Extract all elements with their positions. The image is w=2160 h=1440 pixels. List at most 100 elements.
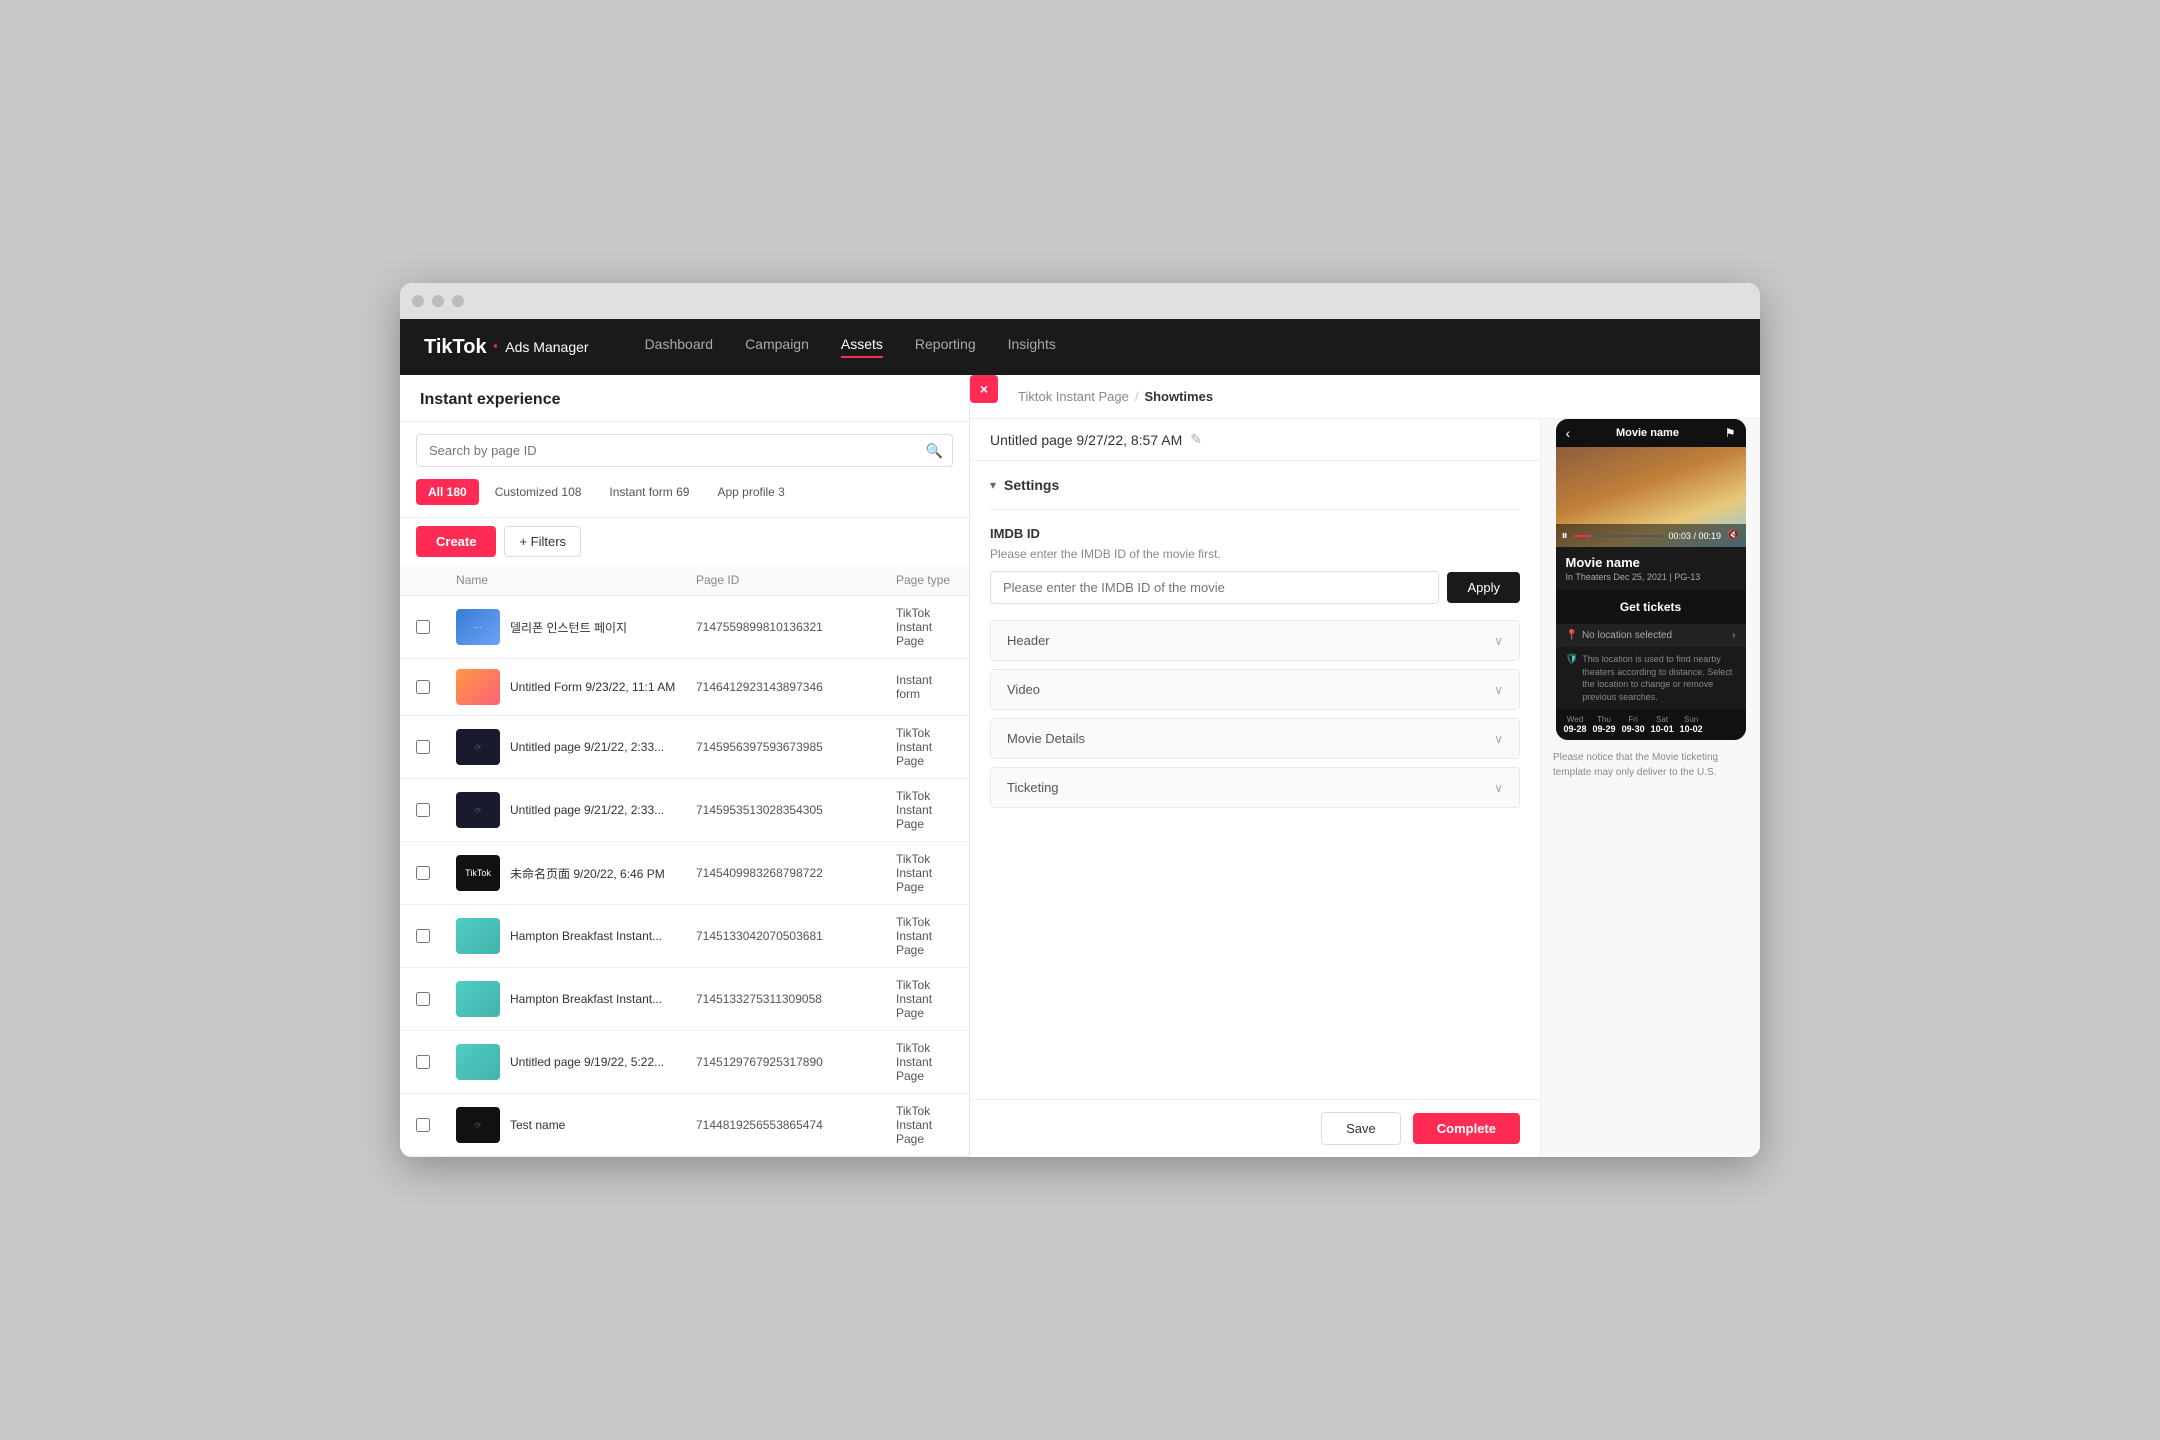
- date-day: Thu: [1593, 715, 1616, 724]
- nav-assets[interactable]: Assets: [841, 336, 883, 358]
- row-checkbox[interactable]: [416, 992, 430, 1006]
- editor-body: ▾ Settings IMDB ID Please enter the IMDB…: [970, 461, 1540, 1099]
- table-row[interactable]: Untitled page 9/19/22, 5:22... 714512976…: [400, 1031, 969, 1094]
- imdb-input[interactable]: [990, 571, 1439, 604]
- phone-back-icon: ‹: [1566, 425, 1571, 441]
- nav-reporting[interactable]: Reporting: [915, 336, 976, 358]
- date-item[interactable]: Thu 09-29: [1593, 715, 1616, 734]
- date-item[interactable]: Fri 09-30: [1622, 715, 1645, 734]
- row-checkbox[interactable]: [416, 1118, 430, 1132]
- row-checkbox[interactable]: [416, 740, 430, 754]
- table-row[interactable]: ··· 델리폰 인스턴트 페이지 7147559899810136321 Tik…: [400, 596, 969, 659]
- row-thumbnail: [456, 981, 500, 1017]
- row-name: Untitled Form 9/23/22, 11:1 AM: [510, 680, 675, 694]
- accordion-title: Video: [1007, 682, 1040, 697]
- complete-button[interactable]: Complete: [1413, 1113, 1520, 1144]
- nav-insights[interactable]: Insights: [1008, 336, 1056, 358]
- accordion-arrow-icon: ∨: [1494, 781, 1503, 795]
- row-checkbox[interactable]: [416, 866, 430, 880]
- nav-dashboard[interactable]: Dashboard: [645, 336, 714, 358]
- save-button[interactable]: Save: [1321, 1112, 1401, 1145]
- phone-movie-name: Movie name: [1566, 555, 1736, 570]
- app-window: TikTok · Ads Manager Dashboard Campaign …: [400, 283, 1760, 1157]
- table-row[interactable]: ⟳ Untitled page 9/21/22, 2:33... 7145953…: [400, 779, 969, 842]
- logo-dot: ·: [493, 336, 500, 359]
- phone-movie-title: Movie name: [1616, 427, 1679, 439]
- accordion-movie-details-toggle[interactable]: Movie Details ∨: [991, 719, 1519, 758]
- row-name: Hampton Breakfast Instant...: [510, 929, 662, 943]
- accordion-title: Movie Details: [1007, 731, 1085, 746]
- table-row[interactable]: Untitled Form 9/23/22, 11:1 AM 714641292…: [400, 659, 969, 716]
- date-item[interactable]: Wed 09-28: [1564, 715, 1587, 734]
- col-pageid: Page ID: [696, 573, 896, 587]
- page-title-row: Untitled page 9/27/22, 8:57 AM ✎: [970, 419, 1540, 461]
- preview-panel: ‹ Movie name ⚑ ⏸ 0: [1540, 419, 1760, 1157]
- search-input[interactable]: [416, 434, 953, 467]
- apply-button[interactable]: Apply: [1447, 572, 1520, 603]
- row-name-cell: Untitled page 9/19/22, 5:22...: [456, 1044, 696, 1080]
- row-pageid: 7146412923143897346: [696, 680, 896, 694]
- tab-customized[interactable]: Customized 108: [483, 479, 594, 505]
- accordion-title: Header: [1007, 633, 1050, 648]
- row-checkbox[interactable]: [416, 620, 430, 634]
- accordion-ticketing-toggle[interactable]: Ticketing ∨: [991, 768, 1519, 807]
- phone-preview: ‹ Movie name ⚑ ⏸ 0: [1556, 419, 1746, 740]
- settings-section: ▾ Settings: [990, 461, 1520, 510]
- phone-video-overlay: ⏸ 00:03 / 00:19 🔇: [1556, 524, 1746, 547]
- row-thumbnail: ⟳: [456, 729, 500, 765]
- pause-icon: ⏸: [1562, 528, 1568, 543]
- top-nav: TikTok · Ads Manager Dashboard Campaign …: [400, 319, 1760, 375]
- tab-instant-form[interactable]: Instant form 69: [597, 479, 701, 505]
- tab-all[interactable]: All 180: [416, 479, 479, 505]
- table-header: Name Page ID Page type: [400, 565, 969, 596]
- row-pagetype: TikTok Instant Page: [896, 852, 953, 894]
- accordion-header-toggle[interactable]: Header ∨: [991, 621, 1519, 660]
- date-day: Sun: [1680, 715, 1703, 724]
- actions-row: Create + Filters: [400, 517, 969, 565]
- dates-row: Wed 09-28 Thu 09-29 Fri 09-30: [1564, 715, 1738, 734]
- imdb-label: IMDB ID: [990, 526, 1520, 541]
- titlebar-dot-yellow: [432, 295, 444, 307]
- table-row[interactable]: Hampton Breakfast Instant... 71451330420…: [400, 905, 969, 968]
- date-item[interactable]: Sat 10-01: [1651, 715, 1674, 734]
- table-row[interactable]: TikTok 未命名页面 9/20/22, 6:46 PM 7145409983…: [400, 842, 969, 905]
- close-button[interactable]: ×: [970, 375, 998, 403]
- accordion-video-toggle[interactable]: Video ∨: [991, 670, 1519, 709]
- filter-button[interactable]: + Filters: [504, 526, 581, 557]
- row-thumbnail: TikTok: [456, 855, 500, 891]
- edit-icon[interactable]: ✎: [1190, 431, 1202, 448]
- table-row[interactable]: Hampton Breakfast Instant... 71451332753…: [400, 968, 969, 1031]
- breadcrumb: Tiktok Instant Page / Showtimes: [970, 375, 1760, 419]
- accordion-title: Ticketing: [1007, 780, 1059, 795]
- row-checkbox[interactable]: [416, 1055, 430, 1069]
- location-arrow-icon: ›: [1732, 630, 1735, 641]
- row-pageid: 7145409983268798722: [696, 866, 896, 880]
- row-checkbox[interactable]: [416, 803, 430, 817]
- phone-dates: Wed 09-28 Thu 09-29 Fri 09-30: [1556, 709, 1746, 740]
- page-title: Untitled page 9/27/22, 8:57 AM: [990, 432, 1182, 448]
- row-name-cell: ⟳ Untitled page 9/21/22, 2:33...: [456, 729, 696, 765]
- phone-info: Movie name In Theaters Dec 25, 2021 | PG…: [1556, 547, 1746, 590]
- settings-toggle[interactable]: ▾ Settings: [990, 477, 1520, 493]
- tab-app-profile[interactable]: App profile 3: [705, 479, 796, 505]
- row-thumbnail: ⟳: [456, 1107, 500, 1143]
- search-icon: 🔍: [926, 442, 943, 459]
- breadcrumb-separator: /: [1135, 389, 1139, 404]
- row-checkbox[interactable]: [416, 680, 430, 694]
- table-row[interactable]: ⟳ Test name 7144819256553865474 TikTok I…: [400, 1094, 969, 1157]
- table-row[interactable]: ⟳ Untitled page 9/21/22, 2:33... 7145956…: [400, 716, 969, 779]
- logo-text: TikTok: [424, 336, 487, 359]
- row-pagetype: TikTok Instant Page: [896, 606, 953, 648]
- row-pageid: 7145133042070503681: [696, 929, 896, 943]
- logo-sub: Ads Manager: [505, 339, 588, 355]
- main-content: Instant experience 🔍 All 180 Customized …: [400, 375, 1760, 1157]
- create-button[interactable]: Create: [416, 526, 496, 557]
- row-name: Test name: [510, 1118, 565, 1132]
- row-name-cell: ⟳ Test name: [456, 1107, 696, 1143]
- search-box: 🔍: [416, 434, 953, 467]
- row-checkbox[interactable]: [416, 929, 430, 943]
- settings-arrow-icon: ▾: [990, 478, 996, 492]
- date-item[interactable]: Sun 10-02: [1680, 715, 1703, 734]
- row-pagetype: TikTok Instant Page: [896, 726, 953, 768]
- nav-campaign[interactable]: Campaign: [745, 336, 809, 358]
